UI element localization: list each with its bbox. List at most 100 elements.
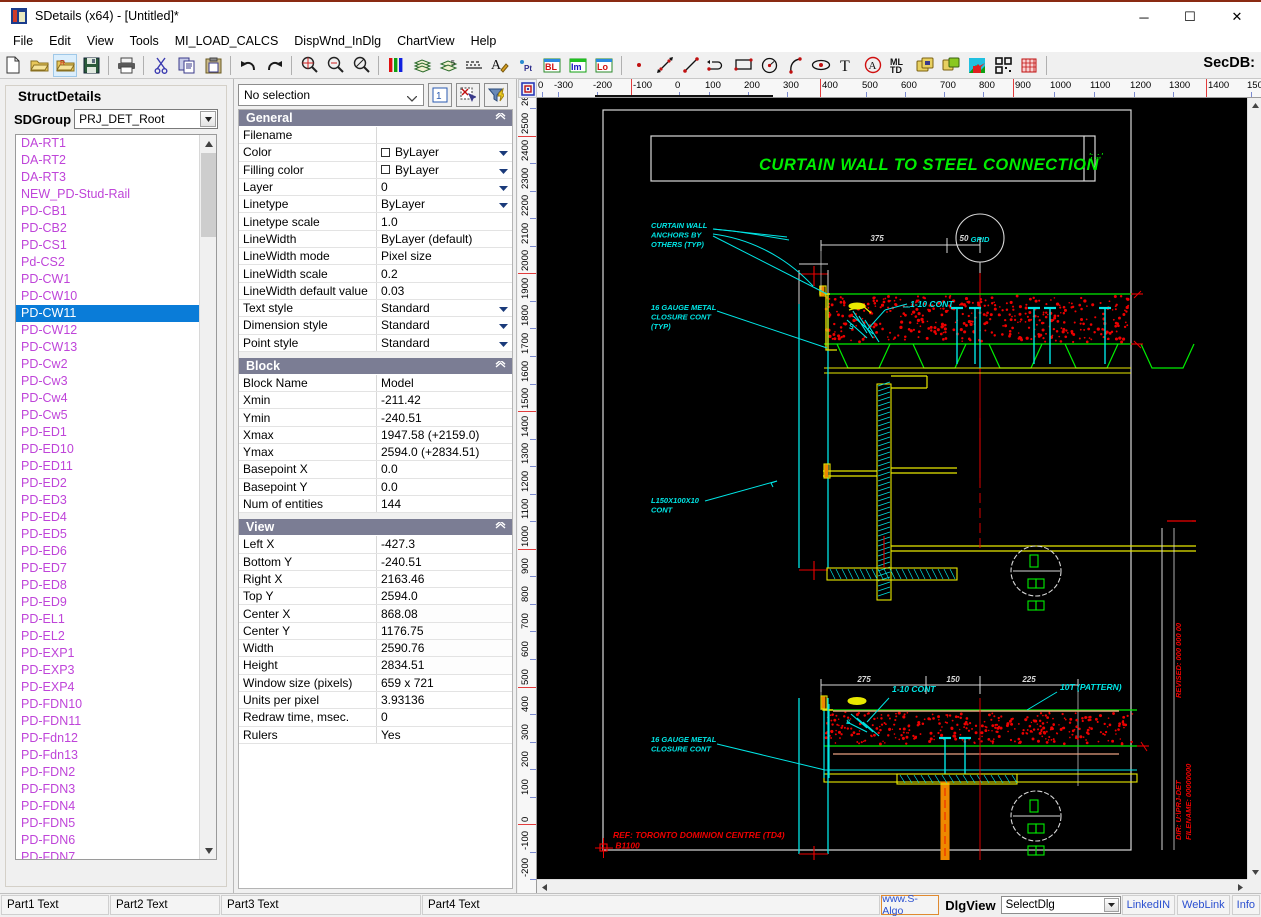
list-item[interactable]: PD-ED11 (16, 458, 199, 475)
list-item[interactable]: PD-EXP4 (16, 679, 199, 696)
scroll-left-icon[interactable] (537, 880, 551, 894)
zoom-window-icon[interactable] (323, 54, 347, 77)
scroll-right-icon[interactable] (1233, 880, 1247, 894)
property-value[interactable]: 2834.51 (377, 657, 512, 673)
layer-state-icon[interactable]: 5 (436, 54, 460, 77)
close-button[interactable]: ✕ (1213, 2, 1261, 32)
section-header-view[interactable]: View (239, 519, 512, 536)
list-item[interactable]: PD-EL2 (16, 628, 199, 645)
property-value[interactable]: Standard (377, 335, 512, 351)
menu-help[interactable]: Help (463, 32, 505, 50)
detail-list[interactable]: DA-RT1DA-RT2DA-RT3NEW_PD-Stud-RailPD-CB1… (15, 134, 217, 860)
draw-circle-icon[interactable] (757, 54, 781, 77)
property-value[interactable]: Standard (377, 300, 512, 316)
linetype-icon[interactable] (462, 54, 486, 77)
chevron-down-icon[interactable] (499, 336, 508, 350)
print-icon[interactable] (114, 54, 138, 77)
list-item[interactable]: PD-Cw4 (16, 390, 199, 407)
block-insert-icon[interactable] (939, 54, 963, 77)
chevron-down-icon[interactable] (499, 145, 508, 159)
section-header-block[interactable]: Block (239, 358, 512, 375)
list-item[interactable]: PD-CW10 (16, 288, 199, 305)
list-item[interactable]: PD-ED10 (16, 441, 199, 458)
list-item[interactable]: PD-Cw5 (16, 407, 199, 424)
list-item[interactable]: PD-ED2 (16, 475, 199, 492)
horizontal-ruler[interactable]: 0-300-200-100010020030040050060070080090… (537, 79, 1261, 98)
menu-chartview[interactable]: ChartView (389, 32, 462, 50)
layers-icon[interactable] (410, 54, 434, 77)
list-item[interactable]: PD-ED3 (16, 492, 199, 509)
list-item[interactable]: PD-Cw3 (16, 373, 199, 390)
list-item[interactable]: PD-ED6 (16, 543, 199, 560)
draw-line-icon[interactable] (679, 54, 703, 77)
list-item[interactable]: PD-ED1 (16, 424, 199, 441)
undo-icon[interactable] (236, 54, 260, 77)
ruler-origin-icon[interactable] (518, 79, 537, 98)
redo-icon[interactable] (262, 54, 286, 77)
select-objects-icon[interactable] (456, 83, 480, 107)
list-item[interactable]: PD-FDN4 (16, 798, 199, 815)
quick-select-icon[interactable]: 1 (428, 83, 452, 107)
scroll-down-icon[interactable] (1248, 865, 1261, 879)
canvas-vertical-scrollbar[interactable] (1247, 98, 1261, 879)
list-item[interactable]: PD-FDN10 (16, 696, 199, 713)
property-value[interactable]: 2590.76 (377, 640, 512, 656)
list-item[interactable]: PD-CS1 (16, 237, 199, 254)
list-item[interactable]: PD-CW13 (16, 339, 199, 356)
filter-icon[interactable] (484, 83, 508, 107)
list-item[interactable]: PD-FDN11 (16, 713, 199, 730)
menu-dispwnd-indlg[interactable]: DispWnd_InDlg (286, 32, 389, 50)
list-item[interactable]: PD-FDN2 (16, 764, 199, 781)
mtext-icon[interactable]: MLTD (887, 54, 911, 77)
info-button[interactable]: Info (1232, 895, 1260, 915)
new-file-icon[interactable] (1, 54, 25, 77)
list-item[interactable]: PD-CW12 (16, 322, 199, 339)
list-item[interactable]: PD-FDN3 (16, 781, 199, 798)
property-value[interactable]: 868.08 (377, 605, 512, 621)
cad-drawing[interactable]: CURTAIN WALL TO STEEL CONNECTION'; ,;,'G… (537, 98, 1196, 860)
open-folder-icon[interactable] (27, 54, 51, 77)
collapse-chevron-icon[interactable] (495, 519, 506, 536)
property-value[interactable]: Standard (377, 317, 512, 333)
list-item[interactable]: PD-CB2 (16, 220, 199, 237)
draw-dimension-icon[interactable] (653, 54, 677, 77)
list-item[interactable]: PD-ED8 (16, 577, 199, 594)
list-item[interactable]: PD-Fdn13 (16, 747, 199, 764)
property-value[interactable]: ByLayer (377, 144, 512, 160)
list-item[interactable]: PD-CW1 (16, 271, 199, 288)
list-item[interactable]: NEW_PD-Stud-Rail (16, 186, 199, 203)
draw-arc-icon[interactable] (783, 54, 807, 77)
list-item[interactable]: PD-ED4 (16, 509, 199, 526)
collapse-chevron-icon[interactable] (495, 110, 506, 127)
menu-view[interactable]: View (79, 32, 122, 50)
menu-tools[interactable]: Tools (122, 32, 167, 50)
block-create-icon[interactable] (913, 54, 937, 77)
property-value[interactable]: 1176.75 (377, 623, 512, 639)
linkedin-button[interactable]: LinkedIN (1122, 895, 1175, 915)
raster-image-icon[interactable] (965, 54, 989, 77)
draw-point-icon[interactable] (627, 54, 651, 77)
property-value[interactable]: 0 (377, 179, 512, 195)
list-item[interactable]: PD-FDN5 (16, 815, 199, 832)
draw-text-icon[interactable]: T (835, 54, 859, 77)
list-item[interactable]: PD-Cw2 (16, 356, 199, 373)
list-item[interactable]: DA-RT3 (16, 169, 199, 186)
selection-combobox[interactable]: No selection (238, 84, 424, 106)
chevron-down-icon[interactable] (499, 180, 508, 194)
list-item[interactable]: PD-Fdn12 (16, 730, 199, 747)
list-item[interactable]: PD-ED9 (16, 594, 199, 611)
chevron-down-icon[interactable] (200, 111, 216, 127)
site-link[interactable]: www.S-Algo (881, 895, 939, 915)
list-item[interactable]: PD-EXP1 (16, 645, 199, 662)
text-style-icon[interactable]: A (488, 54, 512, 77)
select-dlg-combobox[interactable]: SelectDlg (1001, 896, 1121, 914)
section-header-general[interactable]: General (239, 110, 512, 127)
scroll-down-icon[interactable] (200, 842, 217, 859)
chevron-down-icon[interactable] (499, 318, 508, 332)
chevron-down-icon[interactable] (499, 301, 508, 315)
zoom-extents-icon[interactable] (297, 54, 321, 77)
list-item[interactable]: PD-EXP3 (16, 662, 199, 679)
chevron-down-icon[interactable] (499, 163, 508, 177)
minimize-button[interactable]: ─ (1121, 2, 1167, 32)
list-item[interactable]: Pd-CS2 (16, 254, 199, 271)
